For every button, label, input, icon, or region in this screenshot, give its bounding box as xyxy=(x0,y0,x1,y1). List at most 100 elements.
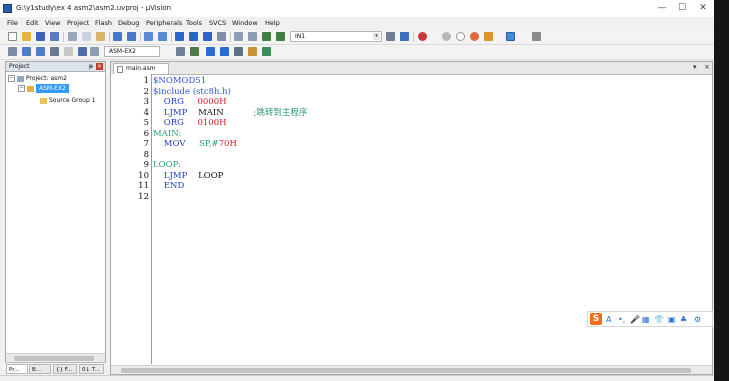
code-line[interactable]: LOOP: xyxy=(153,160,181,170)
target-select[interactable]: ASM-EX2 xyxy=(104,46,160,57)
line-number: 4 xyxy=(143,107,149,118)
debug-session-icon[interactable] xyxy=(418,32,427,41)
find-in-files-icon[interactable] xyxy=(386,32,395,41)
prev-bookmark-icon[interactable] xyxy=(189,32,198,41)
scrollbar-thumb[interactable] xyxy=(14,356,94,361)
stop-build-icon[interactable] xyxy=(64,47,73,56)
options-for-target-icon[interactable] xyxy=(176,47,185,56)
close-window-button[interactable]: ✕ xyxy=(696,2,710,14)
indent-icon[interactable] xyxy=(234,32,243,41)
chevron-down-icon[interactable]: ▾ xyxy=(373,33,380,40)
close-icon[interactable]: × xyxy=(96,63,103,70)
tab-functions[interactable]: {} F... xyxy=(53,364,77,374)
config-icon[interactable] xyxy=(484,32,493,41)
tree-project-root[interactable]: − Project: asm2 xyxy=(8,75,67,82)
code-line[interactable]: ORG 0100H xyxy=(153,118,227,128)
menu-svcs[interactable]: SVCS xyxy=(209,19,226,27)
tree-source-group[interactable]: Source Group 1 xyxy=(40,97,96,104)
code-line[interactable]: MOV SP,#70H xyxy=(153,139,237,149)
wrench-icon[interactable] xyxy=(532,32,541,41)
file-extensions-icon[interactable] xyxy=(190,47,199,56)
pack-installer-icon[interactable] xyxy=(234,47,243,56)
minimize-button[interactable]: — xyxy=(655,2,669,14)
screen-edge xyxy=(714,0,729,381)
code-line[interactable]: END xyxy=(153,181,184,191)
save-icon[interactable] xyxy=(36,32,45,41)
clear-bookmarks-icon[interactable] xyxy=(217,32,226,41)
code-line[interactable]: MAIN: xyxy=(153,129,181,139)
window-layout-icon[interactable] xyxy=(506,32,515,41)
select-software-packs-icon[interactable] xyxy=(248,47,257,56)
paste-icon[interactable] xyxy=(96,32,105,41)
tab-list-dropdown-icon[interactable]: ▾ xyxy=(693,63,697,71)
menu-flash[interactable]: Flash xyxy=(95,19,112,27)
rebuild-icon[interactable] xyxy=(36,47,45,56)
save-all-icon[interactable] xyxy=(50,32,59,41)
scrollbar-thumb[interactable] xyxy=(121,368,691,373)
comment-icon[interactable] xyxy=(262,32,271,41)
rte-icon[interactable] xyxy=(220,47,229,56)
menu-help[interactable]: Help xyxy=(265,19,280,27)
tree-target[interactable]: − ASM-EX2 xyxy=(18,84,69,93)
unindent-icon[interactable] xyxy=(248,32,257,41)
code-line[interactable]: LJMP MAIN ;跳转到主程序 xyxy=(153,108,308,118)
tab-main-asm[interactable]: main.asm xyxy=(113,63,169,74)
menu-file[interactable]: File xyxy=(7,19,18,27)
open-folder-icon[interactable] xyxy=(22,32,31,41)
maximize-button[interactable]: ☐ xyxy=(675,2,689,14)
kill-breakpoints-icon[interactable] xyxy=(470,32,479,41)
code-token: 70H xyxy=(218,139,237,149)
menu-view[interactable]: View xyxy=(45,19,60,27)
microphone-icon[interactable]: 🎤 xyxy=(630,314,640,325)
help-icon[interactable] xyxy=(262,47,271,56)
ime-punctuation-icon[interactable]: •, xyxy=(618,314,625,325)
menu-window[interactable]: Window xyxy=(232,19,258,27)
undo-icon[interactable] xyxy=(113,32,122,41)
toolbox-icon[interactable]: ▣ xyxy=(668,314,676,325)
find-combo[interactable]: IN1 ▾ xyxy=(290,31,382,42)
collapse-icon[interactable]: − xyxy=(8,75,15,82)
uncomment-icon[interactable] xyxy=(276,32,285,41)
new-file-icon[interactable] xyxy=(8,32,17,41)
code-line[interactable]: ORG 0000H xyxy=(153,97,227,107)
keyboard-icon[interactable]: ▦ xyxy=(642,314,650,325)
incremental-find-icon[interactable] xyxy=(400,32,409,41)
menu-edit[interactable]: Edit xyxy=(26,19,39,27)
code-line[interactable]: $NOMOD51 xyxy=(153,76,206,86)
copy-icon[interactable] xyxy=(82,32,91,41)
disable-breakpoint-icon[interactable] xyxy=(456,32,465,41)
cut-icon[interactable] xyxy=(68,32,77,41)
skin-icon[interactable]: 👕 xyxy=(654,314,664,325)
pin-icon[interactable]: ᵽ xyxy=(89,62,93,72)
tab-books[interactable]: B... xyxy=(29,364,51,374)
load-icon[interactable] xyxy=(90,47,99,56)
navigate-back-icon[interactable] xyxy=(144,32,153,41)
batch-build-icon[interactable] xyxy=(50,47,59,56)
gear-icon[interactable]: ⚙ xyxy=(694,314,701,325)
code-token: LOOP xyxy=(198,170,224,181)
build-icon[interactable] xyxy=(22,47,31,56)
next-bookmark-icon[interactable] xyxy=(203,32,212,41)
code-line[interactable]: $include (stc8h.h) xyxy=(153,87,231,97)
download-icon[interactable] xyxy=(78,47,87,56)
collapse-icon[interactable]: − xyxy=(18,85,25,92)
tab-project[interactable]: Pr... xyxy=(6,364,28,374)
tab-templates[interactable]: 0↓ T... xyxy=(79,364,104,374)
menu-tools[interactable]: Tools xyxy=(186,19,202,27)
code-token: MOV xyxy=(153,139,199,149)
menu-peripherals[interactable]: Peripherals xyxy=(146,19,182,27)
mascot-icon[interactable]: ♣ xyxy=(680,314,687,325)
redo-icon[interactable] xyxy=(127,32,136,41)
menu-project[interactable]: Project xyxy=(67,19,89,27)
ime-font-icon[interactable]: A xyxy=(606,314,611,325)
translate-icon[interactable] xyxy=(8,47,17,56)
close-tab-icon[interactable]: × xyxy=(704,63,710,71)
breakpoint-icon[interactable] xyxy=(442,32,451,41)
navigate-forward-icon[interactable] xyxy=(158,32,167,41)
editor-horizontal-scrollbar[interactable] xyxy=(111,365,712,374)
ime-logo[interactable]: S xyxy=(590,313,602,325)
bookmark-icon[interactable] xyxy=(175,32,184,41)
menu-debug[interactable]: Debug xyxy=(118,19,139,27)
manage-components-icon[interactable] xyxy=(206,47,215,56)
code-line[interactable]: LJMP LOOP xyxy=(153,170,224,181)
